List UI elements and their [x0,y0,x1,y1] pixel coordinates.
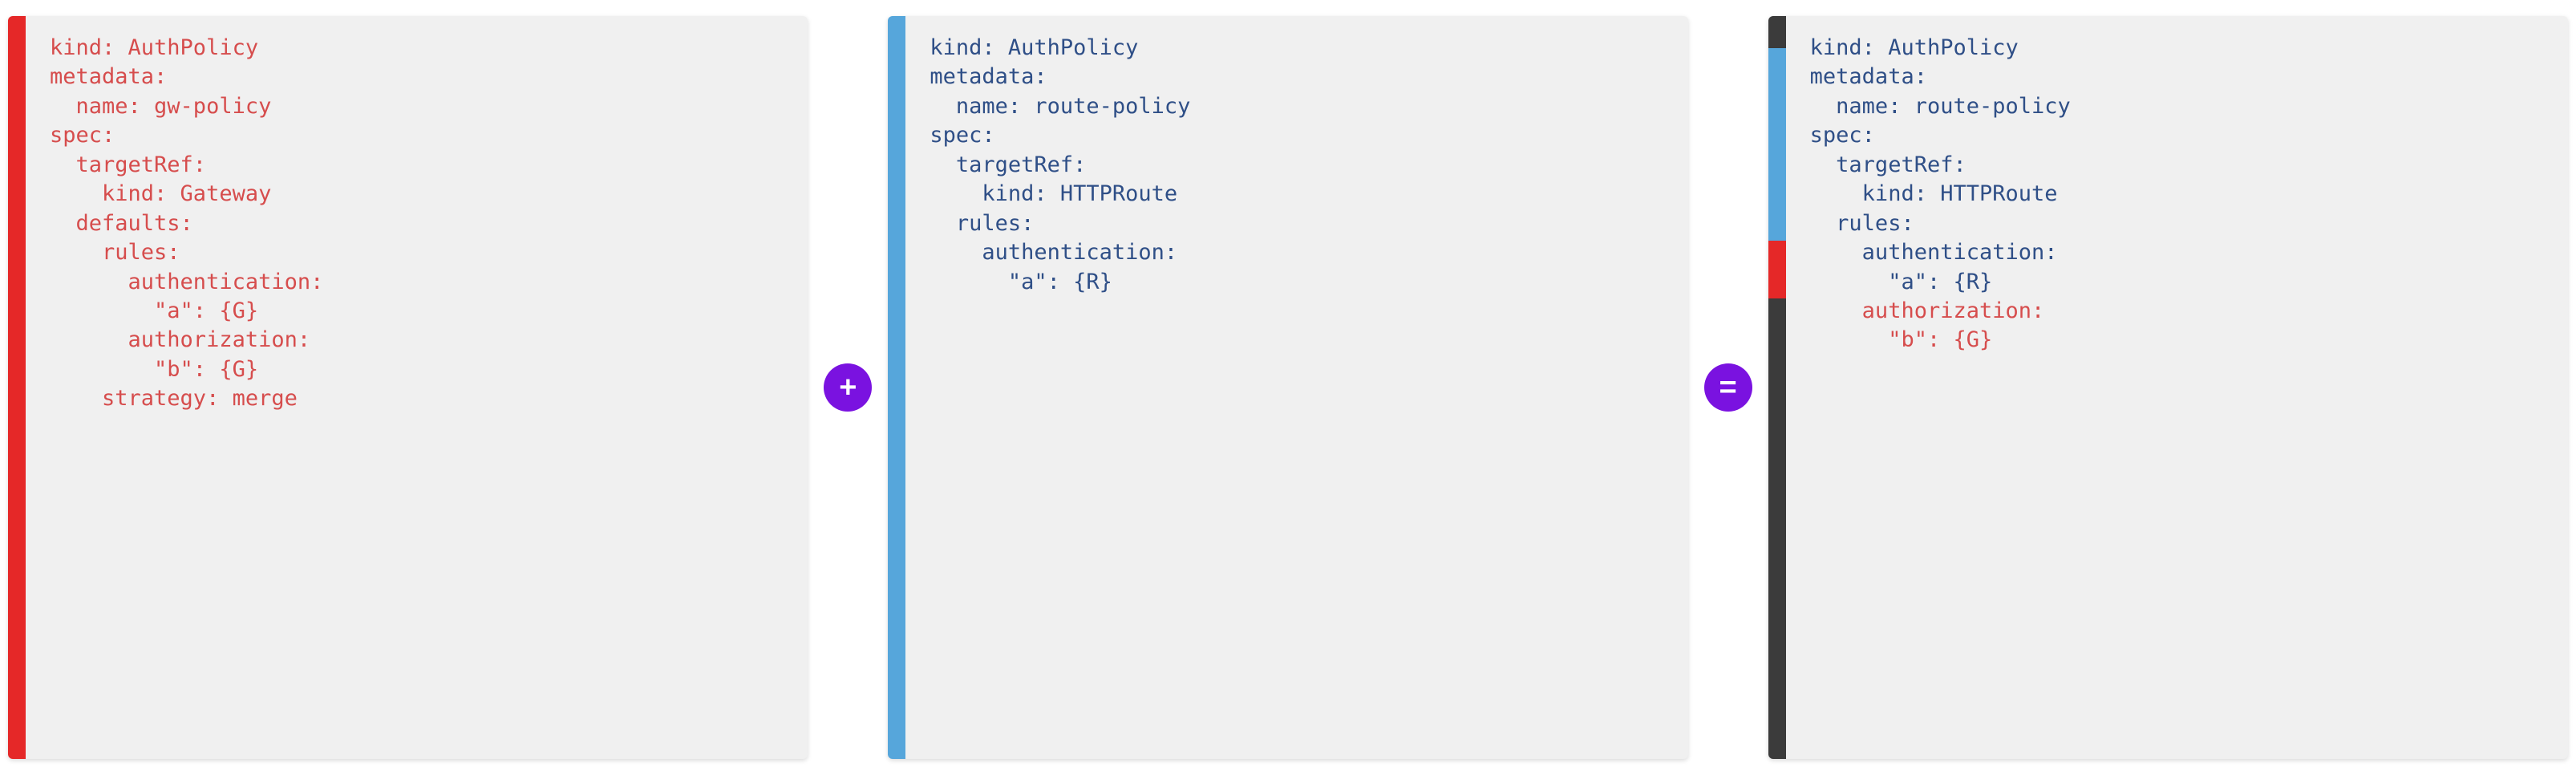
merged-red-lines: authorization: "b": {G} [1810,298,2045,352]
plus-operator-icon: + [824,363,872,412]
panel-gateway-policy: kind: AuthPolicy metadata: name: gw-poli… [8,16,808,759]
accent-blue [1768,48,1786,241]
accent-bar [8,16,26,759]
accent-dark [1768,16,1786,48]
code-block-1: kind: AuthPolicy metadata: name: gw-poli… [26,16,347,759]
equals-operator-icon: = [1704,363,1752,412]
accent-blue [888,16,905,759]
code-block-2: kind: AuthPolicy metadata: name: route-p… [905,16,1214,759]
panel-merged-result: kind: AuthPolicy metadata: name: route-p… [1768,16,2568,759]
panel-route-policy: kind: AuthPolicy metadata: name: route-p… [888,16,1687,759]
diagram-row: kind: AuthPolicy metadata: name: gw-poli… [8,16,2568,759]
accent-red [8,16,26,759]
merged-blue-lines: kind: AuthPolicy metadata: name: route-p… [1810,35,2071,294]
accent-dark [1768,298,1786,759]
accent-red [1768,241,1786,298]
accent-bar [888,16,905,759]
accent-bar-combo [1768,16,1786,759]
code-block-3: kind: AuthPolicy metadata: name: route-p… [1786,16,2095,759]
